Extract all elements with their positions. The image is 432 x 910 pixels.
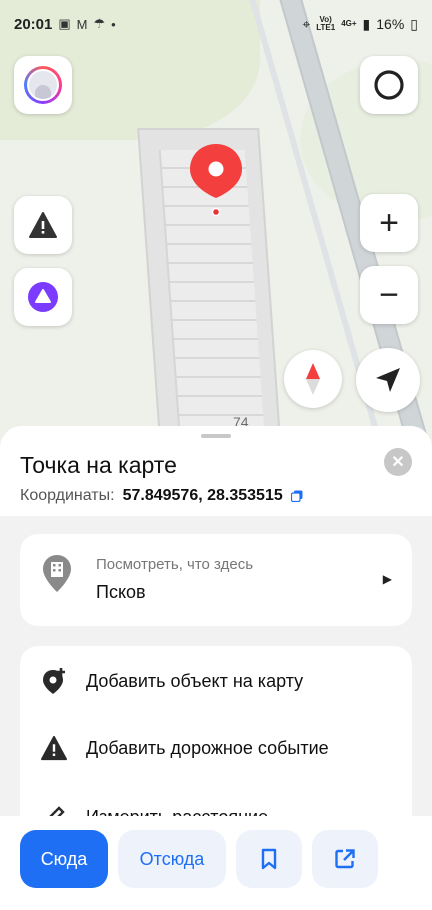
building-pin-icon [43, 555, 71, 592]
sheet-title: Точка на карте [20, 452, 177, 478]
whats-here-city: Псков [96, 582, 146, 602]
bookmark-icon [261, 848, 277, 870]
road-event-button[interactable] [14, 196, 72, 254]
action-label: Измерить расстояние [86, 807, 268, 817]
bottom-toolbar: Сюда Отсюда [0, 816, 432, 910]
close-button[interactable]: ✕ [384, 448, 412, 476]
sheet-header: Точка на карте Координаты: 57.849576, 28… [0, 426, 432, 516]
whats-here-card[interactable]: Посмотреть, что здесь Псков ▶ [20, 534, 412, 626]
route-to-here-button[interactable]: Сюда [20, 830, 108, 888]
location-status-icon: ⌖ [302, 15, 311, 32]
umbrella-icon: ☂ [93, 16, 106, 31]
my-location-button[interactable] [356, 348, 420, 412]
alice-button[interactable] [14, 268, 72, 326]
assistant-ring-icon [374, 70, 404, 100]
sheet-grabber[interactable] [201, 434, 231, 438]
status-time: 20:01 [14, 15, 53, 33]
volte-indicator: Vo) LTE1 [316, 15, 336, 32]
navigation-arrow-icon [376, 368, 400, 392]
action-add-road-event[interactable]: Добавить дорожное событие [20, 717, 412, 779]
action-add-object[interactable]: Добавить объект на карту [20, 650, 412, 712]
close-icon: ✕ [391, 454, 405, 471]
gallery-icon: ▣ [58, 16, 71, 31]
battery-text: 16% [376, 16, 405, 32]
warning-icon [29, 212, 57, 238]
warning-icon [40, 735, 67, 761]
status-bar: 20:01 ▣ M ☂ • ⌖ Vo) LTE1 4G+ ▮ 16% ▯ [0, 0, 432, 48]
action-label: Добавить дорожное событие [86, 737, 329, 758]
actions-list: Добавить объект на карту Добавить дорожн… [20, 646, 412, 816]
whats-here-label: Посмотреть, что здесь [96, 556, 254, 573]
zoom-out-button[interactable]: − [360, 266, 418, 324]
gmail-icon: M [76, 16, 88, 32]
signal-icon: ▮ [362, 15, 371, 32]
4g-indicator: 4G+ [341, 19, 357, 28]
ruler-icon [49, 806, 65, 816]
compass-button[interactable] [284, 350, 342, 408]
avatar [24, 66, 62, 104]
alice-icon [28, 282, 58, 312]
action-measure-distance[interactable]: Измерить расстояние [20, 786, 412, 816]
coordinates-label: Координаты: [20, 487, 115, 504]
share-button[interactable] [312, 830, 378, 888]
plus-icon: + [379, 204, 399, 242]
bookmark-button[interactable] [236, 830, 302, 888]
share-icon [335, 849, 355, 869]
dot-icon: • [111, 16, 116, 32]
action-label: Добавить объект на карту [86, 670, 304, 691]
alice-circle-button[interactable] [360, 56, 418, 114]
route-from-here-button[interactable]: Отсюда [118, 830, 226, 888]
compass-icon [306, 363, 320, 395]
zoom-in-button[interactable]: + [360, 194, 418, 252]
coordinates-row: Координаты: 57.849576, 28.353515 [20, 487, 412, 505]
battery-icon: ▯ [410, 15, 418, 32]
coordinates-value[interactable]: 57.849576, 28.353515 [123, 487, 283, 505]
add-place-icon [43, 668, 65, 694]
profile-button[interactable] [14, 56, 72, 114]
copy-icon[interactable] [290, 490, 303, 502]
minus-icon: − [379, 276, 399, 314]
chevron-right-icon: ▶ [382, 572, 392, 586]
location-pin-icon [190, 144, 242, 217]
